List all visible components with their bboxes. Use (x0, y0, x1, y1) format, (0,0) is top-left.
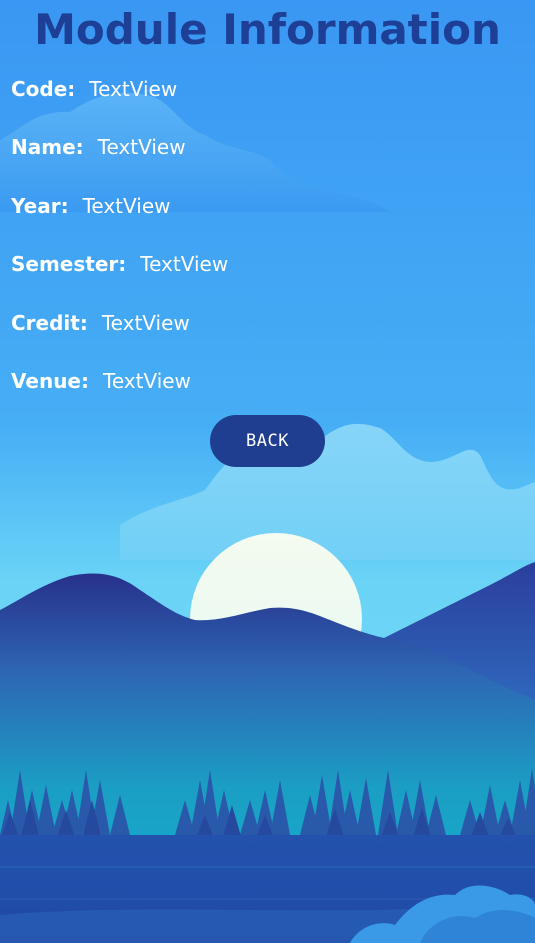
code-row: Code: TextView (11, 74, 177, 104)
name-label: Name: (11, 135, 84, 159)
name-value: TextView (97, 135, 186, 159)
year-value: TextView (82, 194, 171, 218)
venue-row: Venue: TextView (11, 366, 191, 396)
year-label: Year: (11, 194, 69, 218)
code-value: TextView (89, 77, 178, 101)
credit-label: Credit: (11, 311, 88, 335)
semester-value: TextView (140, 252, 229, 276)
page-title: Module Information (34, 5, 501, 54)
semester-label: Semester: (11, 252, 127, 276)
semester-row: Semester: TextView (11, 249, 228, 279)
credit-row: Credit: TextView (11, 308, 190, 338)
year-row: Year: TextView (11, 191, 171, 221)
name-row: Name: TextView (11, 132, 186, 162)
credit-value: TextView (101, 311, 190, 335)
venue-value: TextView (103, 369, 191, 393)
module-information-screen: Module Information Code: TextView Name: Te… (0, 0, 535, 943)
code-label: Code: (11, 77, 76, 101)
venue-label: Venue: (11, 369, 89, 393)
back-button[interactable]: BACK (210, 415, 325, 467)
